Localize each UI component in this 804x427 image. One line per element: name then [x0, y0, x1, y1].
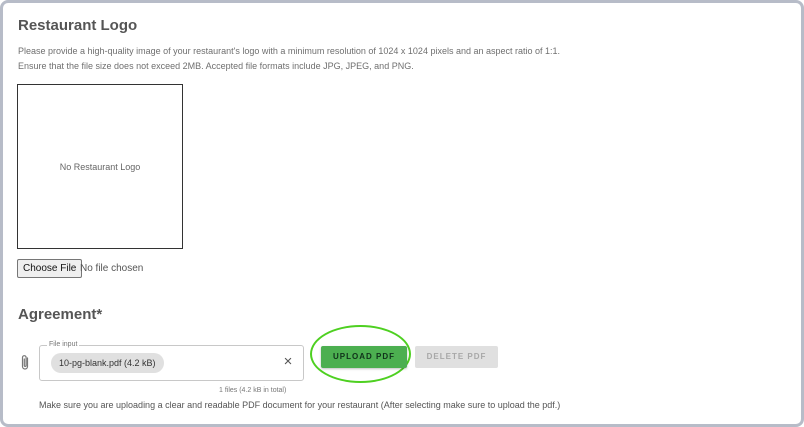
agreement-title: Agreement* — [18, 306, 103, 323]
file-input-label: File input — [47, 340, 80, 350]
selected-file-chip: 10-pg-blank.pdf (4.2 kB) — [51, 353, 164, 373]
logo-preview-box: No Restaurant Logo — [17, 84, 183, 249]
choose-file-button[interactable]: Choose File — [17, 259, 83, 278]
paperclip-icon[interactable] — [19, 354, 31, 372]
close-icon[interactable]: × — [281, 354, 295, 369]
restaurant-logo-description: Please provide a high-quality image of y… — [18, 44, 560, 74]
form-panel: Restaurant Logo Please provide a high-qu… — [0, 0, 804, 427]
restaurant-logo-title: Restaurant Logo — [18, 17, 138, 34]
agreement-note: Make sure you are uploading a clear and … — [39, 400, 561, 410]
delete-pdf-button[interactable]: DELETE PDF — [415, 346, 498, 368]
file-status-text: No file chosen — [80, 263, 144, 274]
logo-placeholder-text: No Restaurant Logo — [59, 161, 141, 172]
description-line-1: Please provide a high-quality image of y… — [18, 46, 561, 56]
upload-pdf-button[interactable]: UPLOAD PDF — [321, 346, 407, 368]
description-line-2: Ensure that the file size does not excee… — [18, 61, 414, 71]
pdf-file-input[interactable]: File input 10-pg-blank.pdf (4.2 kB) × — [39, 340, 304, 381]
file-count-text: 1 files (4.2 kB in total) — [219, 387, 287, 394]
